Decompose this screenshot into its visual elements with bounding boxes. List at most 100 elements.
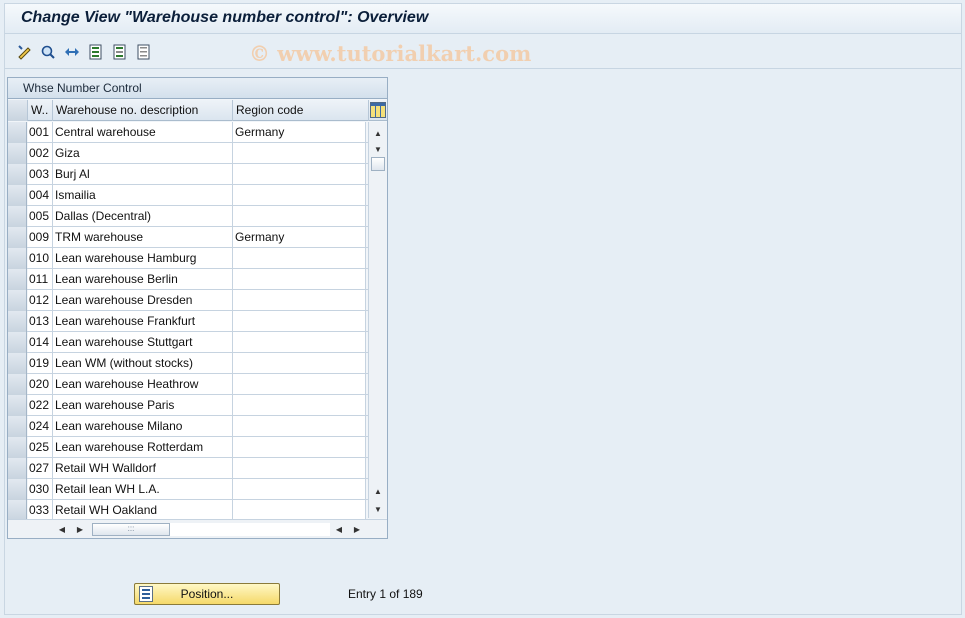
row-selector[interactable] <box>8 269 27 290</box>
cell-region-code[interactable] <box>233 500 366 520</box>
cell-description[interactable]: Lean WM (without stocks) <box>53 353 233 373</box>
cell-region-code[interactable] <box>233 185 366 205</box>
horizontal-scroll-thumb[interactable]: ::: <box>92 523 170 536</box>
row-selector[interactable] <box>8 353 27 374</box>
scroll-left-2-icon[interactable]: ◀ <box>333 523 345 535</box>
select-all-icon[interactable] <box>87 43 105 61</box>
cell-region-code[interactable] <box>233 395 366 415</box>
row-selector[interactable] <box>8 164 27 185</box>
cell-description[interactable]: Ismailia <box>53 185 233 205</box>
row-selector[interactable] <box>8 374 27 395</box>
cell-description[interactable]: Lean warehouse Dresden <box>53 290 233 310</box>
cell-warehouse-number[interactable]: 012 <box>28 290 53 310</box>
row-selector[interactable] <box>8 437 27 458</box>
row-selector[interactable] <box>8 395 27 416</box>
scroll-up-icon[interactable]: ▲ <box>371 126 385 140</box>
cell-warehouse-number[interactable]: 003 <box>28 164 53 184</box>
cell-warehouse-number[interactable]: 004 <box>28 185 53 205</box>
cell-description[interactable]: Lean warehouse Stuttgart <box>53 332 233 352</box>
cell-warehouse-number[interactable]: 025 <box>28 437 53 457</box>
cell-description[interactable]: Lean warehouse Paris <box>53 395 233 415</box>
cell-region-code[interactable] <box>233 479 366 499</box>
cell-warehouse-number[interactable]: 024 <box>28 416 53 436</box>
row-selector[interactable] <box>8 479 27 500</box>
scroll-down-icon[interactable]: ▼ <box>371 142 385 156</box>
cell-description[interactable]: Lean warehouse Hamburg <box>53 248 233 268</box>
cell-warehouse-number[interactable]: 022 <box>28 395 53 415</box>
cell-description[interactable]: Lean warehouse Frankfurt <box>53 311 233 331</box>
cell-description[interactable]: Central warehouse <box>53 122 233 142</box>
cell-warehouse-number[interactable]: 020 <box>28 374 53 394</box>
scroll-left-icon[interactable]: ◀ <box>56 523 68 535</box>
cell-description[interactable]: Retail WH Oakland <box>53 500 233 520</box>
row-selector[interactable] <box>8 143 27 164</box>
cell-description[interactable]: Giza <box>53 143 233 163</box>
cell-warehouse-number[interactable]: 014 <box>28 332 53 352</box>
row-selector[interactable] <box>8 122 27 143</box>
row-selector[interactable] <box>8 290 27 311</box>
display-change-icon[interactable] <box>16 43 34 61</box>
row-selector[interactable] <box>8 416 27 437</box>
cell-warehouse-number[interactable]: 027 <box>28 458 53 478</box>
find-icon[interactable] <box>39 43 57 61</box>
row-selector[interactable] <box>8 227 27 248</box>
scroll-page-up-icon[interactable]: ▲ <box>371 484 385 498</box>
cell-description[interactable]: Retail lean WH L.A. <box>53 479 233 499</box>
cell-description[interactable]: TRM warehouse <box>53 227 233 247</box>
cell-region-code[interactable] <box>233 332 366 352</box>
cell-region-code[interactable] <box>233 206 366 226</box>
cell-description[interactable]: Lean warehouse Milano <box>53 416 233 436</box>
cell-warehouse-number[interactable]: 009 <box>28 227 53 247</box>
vertical-scroll-thumb[interactable] <box>371 157 385 171</box>
cell-region-code[interactable] <box>233 164 366 184</box>
column-header-description[interactable]: Warehouse no. description <box>53 100 233 121</box>
horizontal-scrollbar[interactable]: ◀ ▶ ::: ◀ ▶ <box>8 519 387 538</box>
row-selector[interactable] <box>8 206 27 227</box>
column-header-region-code[interactable]: Region code <box>233 100 369 121</box>
cell-region-code[interactable]: Germany <box>233 122 366 142</box>
position-button[interactable]: Position... <box>134 583 280 605</box>
row-selector[interactable] <box>8 185 27 206</box>
cell-region-code[interactable] <box>233 269 366 289</box>
cell-description[interactable]: Burj Al <box>53 164 233 184</box>
cell-warehouse-number[interactable]: 030 <box>28 479 53 499</box>
cell-warehouse-number[interactable]: 002 <box>28 143 53 163</box>
row-selector[interactable] <box>8 332 27 353</box>
cell-description[interactable]: Lean warehouse Rotterdam <box>53 437 233 457</box>
cell-region-code[interactable] <box>233 290 366 310</box>
vertical-scrollbar[interactable]: ▲ ▼ ▲ ▼ <box>368 122 387 518</box>
row-selector[interactable] <box>8 248 27 269</box>
cell-warehouse-number[interactable]: 019 <box>28 353 53 373</box>
cell-region-code[interactable]: Germany <box>233 227 366 247</box>
column-header-warehouse-number[interactable]: W.. <box>28 100 53 121</box>
cell-description[interactable]: Lean warehouse Heathrow <box>53 374 233 394</box>
cell-warehouse-number[interactable]: 010 <box>28 248 53 268</box>
cell-warehouse-number[interactable]: 011 <box>28 269 53 289</box>
row-selector[interactable] <box>8 500 27 521</box>
cell-warehouse-number[interactable]: 001 <box>28 122 53 142</box>
cell-region-code[interactable] <box>233 311 366 331</box>
deselect-all-icon[interactable] <box>135 43 153 61</box>
cell-description[interactable]: Retail WH Walldorf <box>53 458 233 478</box>
cell-region-code[interactable] <box>233 416 366 436</box>
cell-region-code[interactable] <box>233 458 366 478</box>
select-all-rows-button[interactable] <box>8 100 28 121</box>
cell-description[interactable]: Lean warehouse Berlin <box>53 269 233 289</box>
row-selector[interactable] <box>8 458 27 479</box>
cell-warehouse-number[interactable]: 013 <box>28 311 53 331</box>
other-view-icon[interactable] <box>63 43 81 61</box>
table-settings-icon[interactable] <box>370 102 386 118</box>
row-selector[interactable] <box>8 311 27 332</box>
select-block-icon[interactable] <box>111 43 129 61</box>
scroll-right-icon[interactable]: ▶ <box>74 523 86 535</box>
scroll-right-2-icon[interactable]: ▶ <box>351 523 363 535</box>
cell-region-code[interactable] <box>233 437 366 457</box>
cell-region-code[interactable] <box>233 248 366 268</box>
cell-warehouse-number[interactable]: 005 <box>28 206 53 226</box>
cell-region-code[interactable] <box>233 353 366 373</box>
cell-warehouse-number[interactable]: 033 <box>28 500 53 520</box>
scroll-page-down-icon[interactable]: ▼ <box>371 502 385 516</box>
cell-region-code[interactable] <box>233 374 366 394</box>
cell-region-code[interactable] <box>233 143 366 163</box>
cell-description[interactable]: Dallas (Decentral) <box>53 206 233 226</box>
